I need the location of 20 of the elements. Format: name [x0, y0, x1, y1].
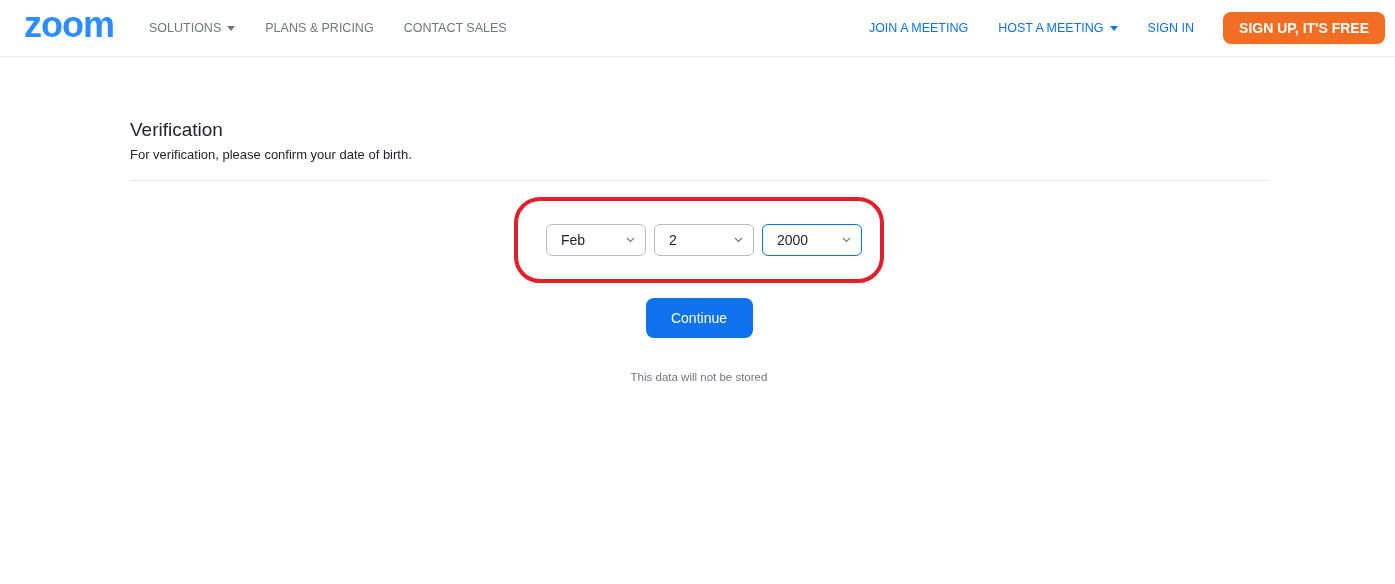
nav-link[interactable]: JOIN A MEETING [868, 21, 969, 35]
nav-link[interactable]: CONTACT SALES [403, 21, 507, 35]
date-select[interactable]: 2 [654, 224, 754, 256]
storage-note: This data will not be stored [630, 371, 768, 383]
caret-icon [227, 25, 236, 31]
chevron-down-icon [734, 237, 743, 243]
nav-link[interactable]: PLANS & PRICING [265, 21, 374, 35]
date-select[interactable]: 2000 [762, 224, 862, 256]
nav-link[interactable]: HOST A MEETING [998, 21, 1118, 35]
chevron-down-icon [842, 237, 851, 243]
continue-button[interactable]: Continue [645, 298, 753, 338]
subtitle: For verification, please confirm your date of birth. [130, 147, 413, 162]
signup-button[interactable]: SIGN UP, IT'S FREE [1223, 12, 1385, 44]
nav-link[interactable]: SOLUTIONS [149, 21, 236, 35]
nav-link[interactable]: SIGN IN [1147, 21, 1195, 35]
zoom-logo[interactable]: zoom [24, 7, 114, 43]
date-select[interactable]: Feb [546, 224, 646, 256]
chevron-down-icon [626, 237, 635, 243]
page-title: Verification [130, 119, 224, 141]
caret-icon [1109, 25, 1118, 31]
